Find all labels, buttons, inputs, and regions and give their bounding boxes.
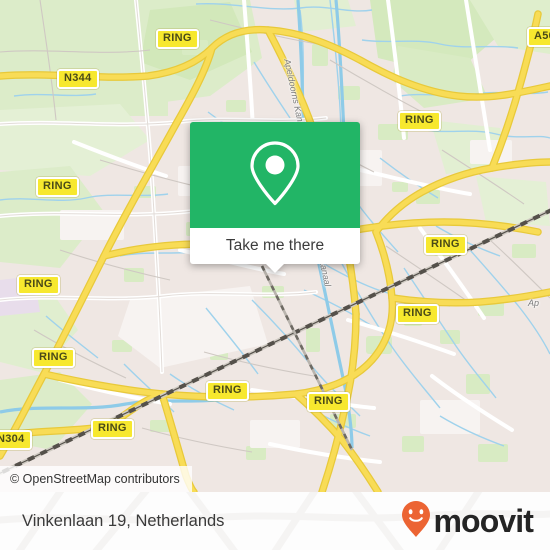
moovit-smiley-pin-icon <box>401 500 431 543</box>
osm-attribution-text: © OpenStreetMap contributors <box>10 472 180 486</box>
footer-bar: Vinkenlaan 19, Netherlands moovit <box>0 492 550 550</box>
osm-attribution[interactable]: © OpenStreetMap contributors <box>0 466 192 492</box>
map-pin-icon <box>247 139 303 212</box>
road-shield: RING <box>36 177 79 197</box>
road-shield: RING <box>32 348 75 368</box>
take-me-there-callout[interactable]: Take me there <box>190 122 360 273</box>
moovit-wordmark: moovit <box>433 503 534 539</box>
road-shield: RING <box>17 275 60 295</box>
road-shield: N344 <box>57 69 99 89</box>
take-me-there-label: Take me there <box>225 237 325 254</box>
road-shield: RING <box>206 381 249 401</box>
road-shield: RING <box>398 111 441 131</box>
road-shield: RING <box>396 304 439 324</box>
road-shield: RING <box>156 29 199 49</box>
road-shield: N304 <box>0 430 32 450</box>
callout-header <box>190 122 360 228</box>
road-shield: A50 <box>527 27 550 47</box>
callout-footer[interactable]: Take me there <box>190 228 360 273</box>
road-shield: RING <box>91 419 134 439</box>
road-shield: RING <box>424 235 467 255</box>
callout-pointer <box>265 263 285 273</box>
moovit-map-page: RING N344 RING A50 RING RING RING RING RING RING R… <box>0 0 550 550</box>
map-canvas[interactable]: RING N344 RING A50 RING RING RING RING RING RING R… <box>0 0 550 492</box>
map-place-label: Ap <box>528 298 540 308</box>
address-text: Vinkenlaan 19, Netherlands <box>22 511 225 530</box>
moovit-logo[interactable]: moovit <box>401 492 534 550</box>
road-shield: RING <box>307 392 350 412</box>
